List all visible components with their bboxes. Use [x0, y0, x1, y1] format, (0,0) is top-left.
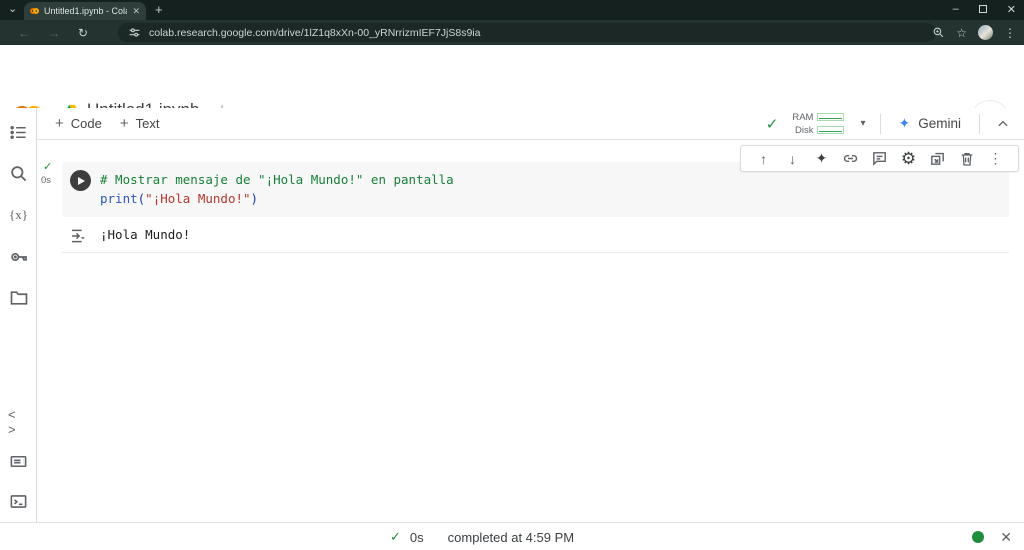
- code-comment: # Mostrar mensaje de "¡Hola Mundo!" en p…: [100, 172, 454, 187]
- resource-monitor[interactable]: RAM Disk: [792, 112, 844, 136]
- output-icon[interactable]: [69, 227, 87, 245]
- zoom-icon[interactable]: [932, 26, 945, 39]
- disk-usage-bar: [817, 126, 844, 134]
- divider: [979, 114, 980, 134]
- link-to-cell-icon[interactable]: [836, 146, 865, 171]
- gemini-button[interactable]: ✦ Gemini: [899, 115, 962, 132]
- add-text-button[interactable]: + Text: [120, 115, 160, 132]
- gemini-cell-icon[interactable]: ✦: [807, 146, 836, 171]
- delete-cell-icon[interactable]: [952, 146, 981, 171]
- code-lines[interactable]: # Mostrar mensaje de "¡Hola Mundo!" en p…: [100, 170, 1009, 208]
- plus-icon: +: [120, 115, 129, 132]
- connection-status-dot: [972, 531, 984, 543]
- play-icon: [78, 177, 85, 185]
- forward-icon[interactable]: →: [48, 26, 60, 40]
- status-exec-time: 0s: [410, 530, 424, 545]
- window-controls: – ✕: [953, 0, 1016, 18]
- connected-check-icon: ✓: [766, 115, 779, 133]
- code-snippets-icon[interactable]: < >: [8, 411, 29, 432]
- back-icon[interactable]: ←: [18, 26, 30, 40]
- add-comment-icon[interactable]: [865, 146, 894, 171]
- site-settings-icon[interactable]: [128, 26, 141, 39]
- address-bar[interactable]: colab.research.google.com/drive/1lZ1q8xX…: [118, 23, 936, 42]
- url-text: colab.research.google.com/drive/1lZ1q8xX…: [149, 27, 480, 39]
- gemini-label: Gemini: [918, 116, 961, 131]
- status-close-icon[interactable]: ✕: [1000, 529, 1012, 546]
- tab-title: Untitled1.ipynb - Colab: [44, 6, 127, 16]
- terminal-icon[interactable]: [8, 491, 29, 512]
- browser-toolbar: ← → ↻ colab.research.google.com/drive/1l…: [0, 20, 1024, 45]
- run-cell-button[interactable]: [70, 170, 91, 191]
- add-text-label: Text: [136, 116, 160, 131]
- move-cell-up-icon[interactable]: ↑: [749, 146, 778, 171]
- browser-tab[interactable]: Untitled1.ipynb - Colab ✕: [24, 2, 146, 20]
- tab-close-icon[interactable]: ✕: [132, 6, 140, 17]
- code-string: "¡Hola Mundo!": [145, 191, 250, 206]
- divider: [880, 114, 881, 134]
- disk-label: Disk: [792, 125, 813, 136]
- reload-icon[interactable]: ↻: [78, 26, 88, 40]
- status-bar: ✓ 0s completed at 4:59 PM ✕: [0, 522, 1024, 550]
- window-close-icon[interactable]: ✕: [1007, 3, 1016, 16]
- status-check-icon: ✓: [390, 529, 401, 545]
- mirror-cell-icon[interactable]: [923, 146, 952, 171]
- command-palette-icon[interactable]: [8, 451, 29, 472]
- code-cell[interactable]: # Mostrar mensaje de "¡Hola Mundo!" en p…: [62, 162, 1009, 253]
- variables-icon[interactable]: {x}: [8, 204, 29, 225]
- tab-search-icon[interactable]: ⌄: [8, 2, 17, 15]
- add-code-label: Code: [71, 116, 102, 131]
- code-paren: ): [251, 191, 259, 206]
- gemini-sparkle-icon: ✦: [899, 115, 911, 132]
- toolbar-right: ✓ RAM Disk ▾ ✦ Gemini: [766, 108, 1016, 139]
- cell-output-area: ¡Hola Mundo!: [62, 217, 1009, 253]
- table-of-contents-icon[interactable]: [8, 122, 29, 143]
- notebook-toolbar: + Code + Text ✓ RAM Disk ▾ ✦ Gemini: [37, 108, 1024, 140]
- cell-exec-time: 0s: [41, 175, 51, 186]
- collapse-header-icon[interactable]: [996, 117, 1010, 131]
- ram-usage-bar: [817, 113, 844, 121]
- browser-profile-avatar[interactable]: [978, 25, 993, 40]
- code-function: print: [100, 191, 138, 206]
- search-icon[interactable]: [8, 163, 29, 184]
- cell-more-options-icon[interactable]: ⋮: [981, 146, 1010, 171]
- secrets-key-icon[interactable]: [8, 246, 29, 267]
- execution-status: ✓ 0s completed at 4:59 PM: [390, 523, 574, 550]
- colab-favicon: [30, 8, 39, 14]
- status-bar-right: ✕: [972, 523, 1012, 550]
- colab-header: Untitled1.ipynb ☆ File Edit View Insert …: [0, 45, 1024, 108]
- browser-toolbar-right: ☆ ⋮: [932, 20, 1016, 45]
- move-cell-down-icon[interactable]: ↓: [778, 146, 807, 171]
- add-code-button[interactable]: + Code: [55, 115, 102, 132]
- bookmark-star-icon[interactable]: ☆: [956, 26, 967, 40]
- plus-icon: +: [55, 115, 64, 132]
- cell-toolbar: ↑ ↓ ✦ ⚙ ⋮: [740, 145, 1019, 172]
- cell-success-check-icon: ✓: [43, 160, 52, 173]
- status-message: completed at 4:59 PM: [448, 530, 574, 545]
- cell-settings-gear-icon[interactable]: ⚙: [894, 146, 923, 171]
- ram-label: RAM: [792, 112, 813, 123]
- browser-menu-icon[interactable]: ⋮: [1004, 26, 1016, 40]
- browser-tab-strip: ⌄ Untitled1.ipynb - Colab ✕ + – ✕: [0, 0, 1024, 20]
- left-sidebar: {x} < >: [0, 108, 37, 522]
- new-tab-button[interactable]: +: [155, 2, 163, 17]
- files-folder-icon[interactable]: [8, 287, 29, 308]
- output-text: ¡Hola Mundo!: [100, 227, 190, 242]
- runtime-dropdown-icon[interactable]: ▾: [860, 118, 865, 129]
- restore-icon[interactable]: [979, 5, 987, 13]
- minimize-icon[interactable]: –: [953, 3, 959, 15]
